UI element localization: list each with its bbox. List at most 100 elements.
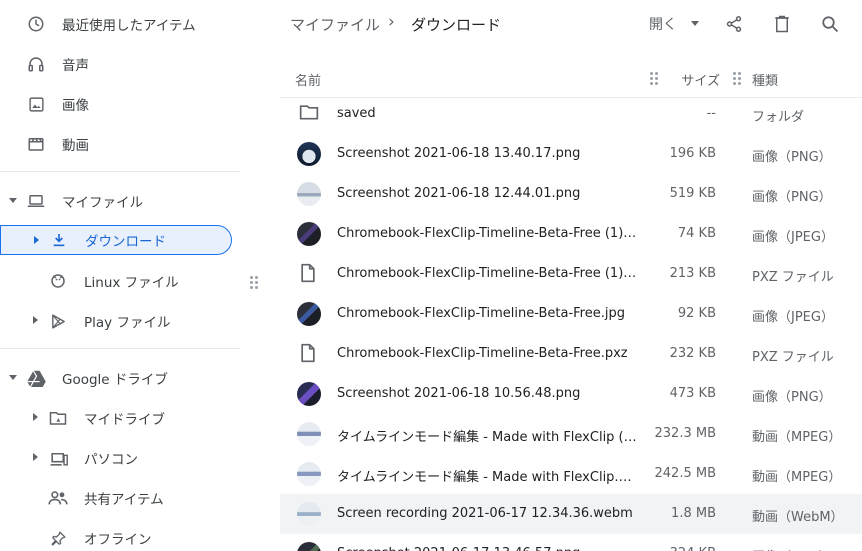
sidebar-item-label: 共有アイテム	[84, 492, 164, 508]
sidebar-divider	[0, 171, 240, 172]
folder-icon	[299, 103, 321, 125]
file-row[interactable]: Screen recording 2021-06-17 12.34.36.web…	[280, 494, 862, 534]
file-size: 196 KB	[669, 146, 716, 161]
file-type: 動画（WebM）	[752, 510, 844, 525]
file-size: 213 KB	[669, 266, 716, 281]
sidebar-item-images[interactable]: 画像	[0, 84, 232, 124]
sidebar-item-linux-files[interactable]: Linux ファイル	[0, 261, 232, 301]
share-button[interactable]	[722, 12, 746, 36]
column-header-type[interactable]: 種類	[752, 70, 778, 89]
sidebar-item-label: 音声	[62, 58, 89, 74]
file-type: 動画（MPEG）	[752, 430, 842, 445]
file-type: 画像（PNG）	[752, 190, 832, 205]
image-icon	[26, 94, 46, 114]
file-size: 242.5 MB	[654, 466, 716, 481]
search-icon	[822, 16, 839, 33]
file-row[interactable]: Chromebook-FlexClip-Timeline-Beta-Free.p…	[280, 334, 862, 374]
file-type: PXZ ファイル	[752, 350, 834, 365]
file-type: PXZ ファイル	[752, 270, 834, 285]
file-name: Screenshot 2021-06-18 12.44.01.png	[337, 186, 581, 201]
sidebar-item-videos[interactable]: 動画	[0, 124, 232, 164]
file-size: 232.3 MB	[654, 426, 716, 441]
sidebar: 最近使用したアイテム 音声 画像 動画 マイファイル ダウンロード Linux …	[0, 0, 240, 551]
expand-caret-icon[interactable]	[33, 413, 38, 421]
headphones-icon	[26, 54, 46, 74]
file-name: saved	[337, 106, 376, 121]
video-thumbnail	[297, 422, 321, 446]
file-name: Chromebook-FlexClip-Timeline-Beta-Free (…	[337, 266, 639, 281]
file-row[interactable]: Screenshot 2021-06-18 10.56.48.png 473 KB…	[280, 374, 862, 414]
sidebar-item-my-files[interactable]: マイファイル	[0, 181, 232, 221]
file-row[interactable]: Chromebook-FlexClip-Timeline-Beta-Free.j…	[280, 294, 862, 334]
sidebar-item-play-files[interactable]: Play ファイル	[0, 301, 232, 341]
file-row[interactable]: Screenshot 2021-06-18 12.44.01.png 519 KB…	[280, 174, 862, 214]
sidebar-item-label: 画像	[62, 98, 89, 114]
sidebar-item-audio[interactable]: 音声	[0, 44, 232, 84]
toolbar: マイファイル › ダウンロード 開く	[280, 0, 862, 48]
column-header-name[interactable]: 名前	[295, 70, 321, 89]
file-size: 473 KB	[669, 386, 716, 401]
open-with-label: 開く	[649, 17, 677, 33]
pin-icon	[48, 528, 68, 548]
image-thumbnail	[297, 302, 321, 326]
file-row[interactable]: タイムラインモード編集 - Made with FlexClip (1).mp4…	[280, 414, 862, 454]
open-with-button[interactable]: 開く	[649, 14, 700, 34]
breadcrumb-separator: ›	[388, 12, 395, 32]
sidebar-item-label: 最近使用したアイテム	[62, 18, 196, 34]
sidebar-item-shared[interactable]: 共有アイテム	[0, 478, 232, 518]
sidebar-item-google-drive[interactable]: Google ドライブ	[0, 358, 232, 398]
linux-penguin-icon	[48, 271, 68, 291]
file-row[interactable]: Screenshot 2021-06-18 13.40.17.png 196 KB…	[280, 134, 862, 174]
column-resize-handle[interactable]	[733, 72, 741, 85]
computer-icon	[48, 448, 68, 468]
sidebar-item-label: Google ドライブ	[62, 372, 168, 388]
file-icon	[299, 343, 321, 365]
file-name: タイムラインモード編集 - Made with FlexClip.mp4	[337, 470, 639, 485]
laptop-icon	[26, 191, 46, 211]
sidebar-item-label: ダウンロード	[85, 234, 166, 250]
file-type: 画像（PNG）	[752, 546, 832, 551]
image-thumbnail	[297, 542, 321, 551]
breadcrumb-current[interactable]: ダウンロード	[411, 14, 501, 35]
file-row[interactable]: Screenshot 2021-06-17 13.46.57.png 324 KB…	[280, 534, 862, 551]
file-list-pane: マイファイル › ダウンロード 開く 名前 サイズ 種類 saved -- フォルダ…	[280, 0, 862, 551]
sidebar-item-computers[interactable]: パソコン	[0, 438, 232, 478]
sidebar-item-my-drive[interactable]: マイドライブ	[0, 398, 232, 438]
expand-caret-icon[interactable]	[9, 198, 17, 203]
file-row[interactable]: saved -- フォルダ	[280, 94, 862, 134]
image-thumbnail	[297, 142, 321, 166]
file-name: Chromebook-FlexClip-Timeline-Beta-Free (…	[337, 226, 639, 241]
sidebar-resize-handle[interactable]	[250, 276, 258, 292]
sidebar-item-downloads[interactable]: ダウンロード	[0, 225, 232, 255]
delete-button[interactable]	[770, 12, 794, 36]
expand-caret-icon[interactable]	[33, 316, 38, 324]
expand-caret-icon[interactable]	[9, 375, 17, 380]
file-name: Chromebook-FlexClip-Timeline-Beta-Free.j…	[337, 306, 625, 321]
sidebar-item-recent[interactable]: 最近使用したアイテム	[0, 4, 232, 44]
column-resize-handle[interactable]	[650, 72, 658, 85]
file-name: Screenshot 2021-06-18 13.40.17.png	[337, 146, 581, 161]
file-row[interactable]: Chromebook-FlexClip-Timeline-Beta-Free (…	[280, 214, 862, 254]
column-header-size[interactable]: サイズ	[681, 70, 720, 89]
file-size: 74 KB	[677, 226, 716, 241]
dropdown-caret-icon	[691, 21, 700, 26]
search-button[interactable]	[818, 12, 842, 36]
file-icon	[299, 263, 321, 285]
file-size: --	[706, 106, 716, 121]
breadcrumb-root[interactable]: マイファイル	[290, 14, 380, 35]
image-thumbnail	[297, 222, 321, 246]
file-size: 324 KB	[670, 546, 716, 551]
sidebar-item-label: パソコン	[84, 452, 138, 468]
sidebar-divider	[0, 348, 240, 349]
expand-caret-icon[interactable]	[33, 453, 38, 461]
file-name: タイムラインモード編集 - Made with FlexClip (1).mp4	[337, 430, 639, 445]
file-type: 画像（PNG）	[752, 150, 832, 165]
file-row[interactable]: タイムラインモード編集 - Made with FlexClip.mp4 242.…	[280, 454, 862, 494]
file-row[interactable]: Chromebook-FlexClip-Timeline-Beta-Free (…	[280, 254, 862, 294]
image-thumbnail	[297, 182, 321, 206]
sidebar-item-offline[interactable]: オフライン	[0, 518, 232, 551]
sidebar-item-label: マイファイル	[62, 195, 143, 211]
file-name: Screenshot 2021-06-18 10.56.48.png	[337, 386, 581, 401]
expand-caret-icon[interactable]	[34, 236, 39, 244]
download-icon	[49, 230, 69, 250]
